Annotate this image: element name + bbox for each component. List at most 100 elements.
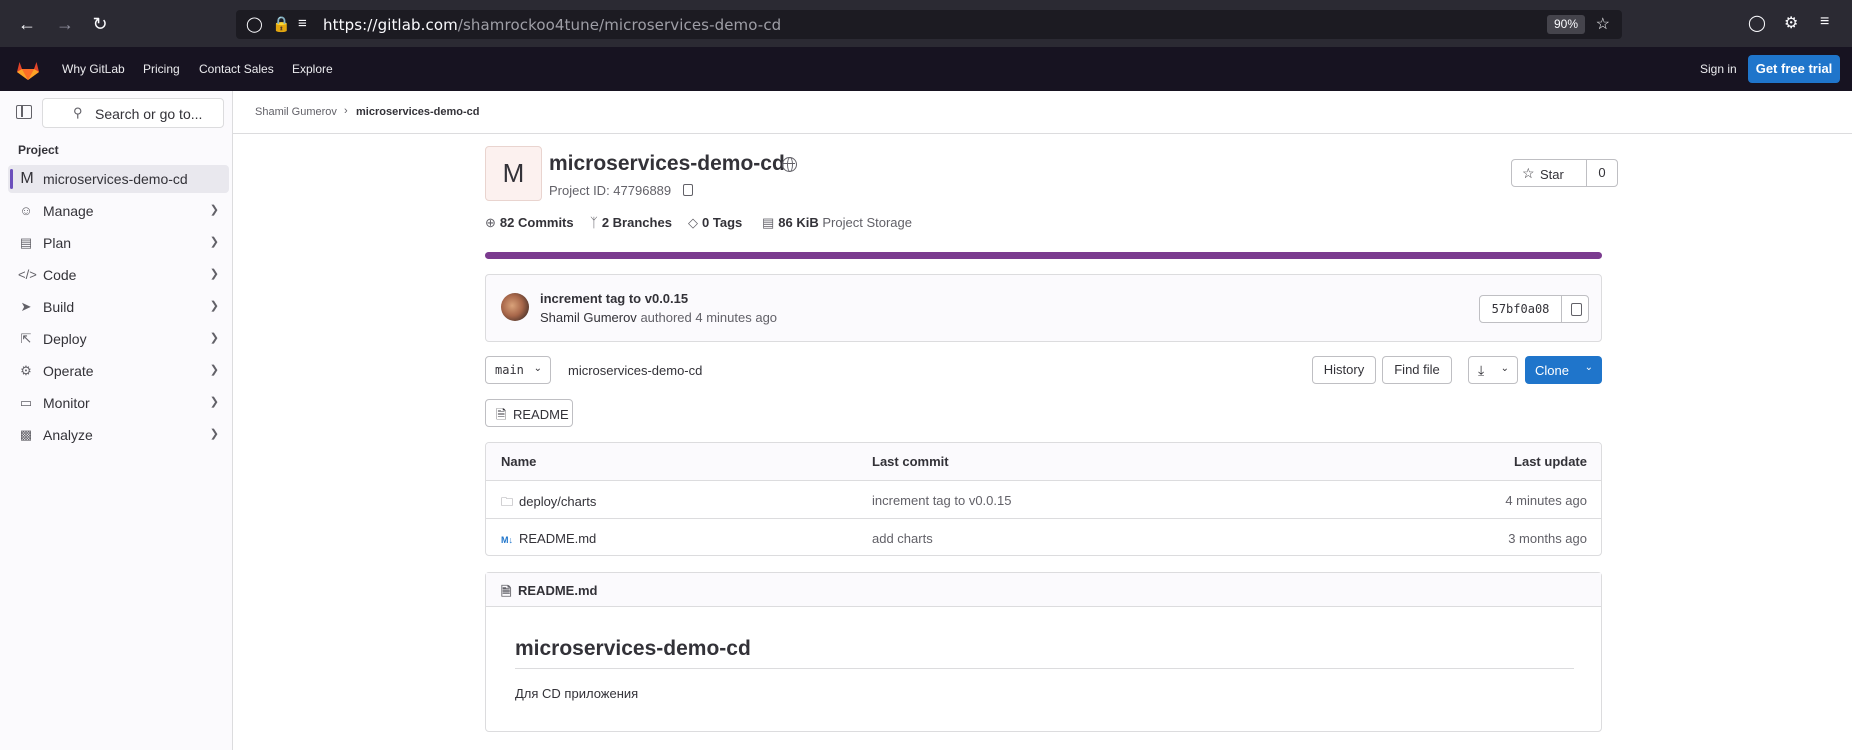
sidebar-item-analyze[interactable]: ▩ Analyze ❯ bbox=[8, 421, 229, 449]
permissions-icon[interactable]: ≡ bbox=[298, 15, 307, 32]
branches-label: Branches bbox=[612, 215, 672, 230]
users-icon: ☺ bbox=[19, 203, 33, 218]
storage-stat[interactable]: ▤ 86 KiB Project Storage bbox=[762, 215, 912, 231]
search-placeholder: Search or go to... bbox=[95, 106, 203, 122]
tags-stat[interactable]: ◇ 0 Tags bbox=[688, 215, 742, 231]
readme-heading: microservices-demo-cd bbox=[515, 637, 751, 660]
menu-icon[interactable]: ≡ bbox=[1820, 13, 1829, 31]
clone-button[interactable]: Clone ⌄ bbox=[1525, 356, 1602, 384]
pocket-icon[interactable]: ◯ bbox=[1748, 13, 1766, 33]
sidebar-item-label: Deploy bbox=[43, 331, 87, 347]
branches-stat[interactable]: ᛉ2 Branches bbox=[590, 215, 672, 230]
readme-panel: 🗎 README.md microservices-demo-cd Для CD… bbox=[485, 572, 1602, 732]
nav-pricing[interactable]: Pricing bbox=[143, 62, 180, 76]
sidebar-item-label: Analyze bbox=[43, 427, 93, 443]
markdown-icon: M↓ bbox=[501, 535, 513, 545]
url-path: /shamrockoo4tune/microservices-demo-cd bbox=[457, 16, 782, 34]
page-title: microservices-demo-cd bbox=[549, 152, 785, 175]
lock-icon[interactable]: 🔒 bbox=[272, 15, 291, 33]
chevron-right-icon: ❯ bbox=[209, 364, 219, 376]
zoom-badge[interactable]: 90% bbox=[1546, 15, 1585, 34]
commit-meta: Shamil Gumerov authored 4 minutes ago bbox=[540, 310, 777, 325]
commit-sha[interactable]: 57bf0a08 bbox=[1479, 295, 1562, 323]
file-commit[interactable]: increment tag to v0.0.15 bbox=[872, 493, 1011, 508]
reload-icon[interactable]: ↻ bbox=[85, 9, 115, 39]
free-trial-button[interactable]: Get free trial bbox=[1748, 55, 1840, 83]
sidebar-item-label: Monitor bbox=[43, 395, 90, 411]
readme-divider bbox=[515, 668, 1574, 669]
file-commit[interactable]: add charts bbox=[872, 531, 933, 546]
find-file-button[interactable]: Find file bbox=[1382, 356, 1452, 384]
sidebar: ⚲ Search or go to... Project M microserv… bbox=[0, 91, 233, 750]
sidebar-item-manage[interactable]: ☺ Manage ❯ bbox=[8, 197, 229, 225]
gitlab-logo-icon[interactable] bbox=[16, 59, 40, 81]
repo-path[interactable]: microservices-demo-cd bbox=[568, 363, 702, 378]
history-button[interactable]: History bbox=[1312, 356, 1376, 384]
download-icon: ⤓ bbox=[1478, 362, 1485, 378]
repository-languages-bar bbox=[485, 252, 1602, 259]
file-name-cell[interactable]: 🗀 deploy/charts bbox=[501, 493, 596, 514]
nav-why-gitlab[interactable]: Why GitLab bbox=[62, 62, 125, 76]
url-bar[interactable]: ◯ 🔒 ≡ https://gitlab.com/shamrockoo4tune… bbox=[236, 10, 1622, 39]
sidebar-item-project[interactable]: M microservices-demo-cd bbox=[8, 165, 229, 193]
branch-label: main bbox=[495, 363, 524, 377]
file-name-cell[interactable]: M↓ README.md bbox=[501, 531, 596, 546]
chevron-down-icon: ⌄ bbox=[1500, 363, 1509, 374]
copy-icon[interactable] bbox=[683, 184, 693, 196]
star-icon: ☆ bbox=[1522, 165, 1535, 181]
url-text[interactable]: https://gitlab.com/shamrockoo4tune/micro… bbox=[323, 16, 781, 34]
table-row[interactable]: M↓ README.md add charts 3 months ago bbox=[486, 519, 1601, 555]
table-row[interactable]: 🗀 deploy/charts increment tag to v0.0.15 … bbox=[486, 481, 1601, 519]
disk-icon: ▤ bbox=[762, 215, 775, 230]
globe-icon bbox=[782, 157, 797, 172]
sidebar-toggle-icon[interactable] bbox=[16, 105, 32, 119]
file-icon: 🗎 bbox=[501, 584, 512, 599]
calendar-icon: ▤ bbox=[19, 235, 33, 250]
extensions-icon[interactable]: ⚙ bbox=[1784, 13, 1798, 33]
nav-explore[interactable]: Explore bbox=[292, 62, 333, 76]
file-icon: 🗎 bbox=[496, 407, 507, 422]
chart-icon: ▩ bbox=[19, 427, 33, 442]
breadcrumb-project[interactable]: microservices-demo-cd bbox=[356, 106, 480, 118]
forward-arrow-icon[interactable]: → bbox=[50, 9, 80, 39]
file-name[interactable]: README.md bbox=[519, 531, 596, 546]
commits-stat[interactable]: ⊕ 82 Commits bbox=[485, 215, 574, 231]
clone-label: Clone bbox=[1535, 363, 1569, 378]
commit-title[interactable]: increment tag to v0.0.15 bbox=[540, 291, 688, 306]
sidebar-item-plan[interactable]: ▤ Plan ❯ bbox=[8, 229, 229, 257]
cloud-gear-icon: ⚙ bbox=[20, 363, 32, 378]
readme-filename[interactable]: README.md bbox=[518, 583, 597, 598]
sidebar-item-build[interactable]: ➤ Build ❯ bbox=[8, 293, 229, 321]
sidebar-item-monitor[interactable]: ▭ Monitor ❯ bbox=[8, 389, 229, 417]
sidebar-item-code[interactable]: </> Code ❯ bbox=[8, 261, 229, 289]
bookmark-star-icon[interactable]: ☆ bbox=[1596, 14, 1610, 34]
copy-sha-button[interactable] bbox=[1561, 295, 1589, 323]
avatar[interactable] bbox=[501, 293, 529, 321]
commit-author[interactable]: Shamil Gumerov bbox=[540, 310, 637, 325]
chevron-right-icon: ❯ bbox=[209, 332, 219, 344]
commit-icon: ⊕ bbox=[485, 215, 496, 230]
breadcrumb-owner[interactable]: Shamil Gumerov bbox=[255, 106, 337, 118]
star-button[interactable]: ☆ Star bbox=[1511, 159, 1587, 187]
sidebar-item-operate[interactable]: ⚙ Operate ❯ bbox=[8, 357, 229, 385]
star-count[interactable]: 0 bbox=[1586, 159, 1618, 187]
deploy-icon: ⇱ bbox=[20, 331, 32, 346]
shield-icon[interactable]: ◯ bbox=[246, 15, 263, 33]
tags-count: 0 bbox=[702, 215, 710, 230]
sidebar-item-label: Plan bbox=[43, 235, 72, 251]
readme-button[interactable]: 🗎 README bbox=[485, 399, 573, 427]
nav-contact-sales[interactable]: Contact Sales bbox=[199, 62, 274, 76]
project-id: Project ID: 47796889 bbox=[549, 183, 672, 198]
storage-size: 86 KiB bbox=[778, 215, 819, 230]
sidebar-item-label: Operate bbox=[43, 363, 94, 379]
sidebar-item-deploy[interactable]: ⇱ Deploy ❯ bbox=[8, 325, 229, 353]
back-arrow-icon[interactable]: ← bbox=[12, 9, 42, 39]
file-name[interactable]: deploy/charts bbox=[519, 494, 596, 509]
download-button[interactable]: ⤓ ⌄ bbox=[1468, 356, 1518, 384]
commits-count: 82 bbox=[499, 215, 515, 230]
project-avatar: M bbox=[20, 170, 34, 187]
search-input[interactable]: ⚲ Search or go to... bbox=[42, 98, 224, 128]
sign-in-link[interactable]: Sign in bbox=[1700, 62, 1737, 76]
sidebar-section-title: Project bbox=[18, 143, 59, 157]
branch-selector[interactable]: main ⌄ bbox=[485, 356, 551, 384]
